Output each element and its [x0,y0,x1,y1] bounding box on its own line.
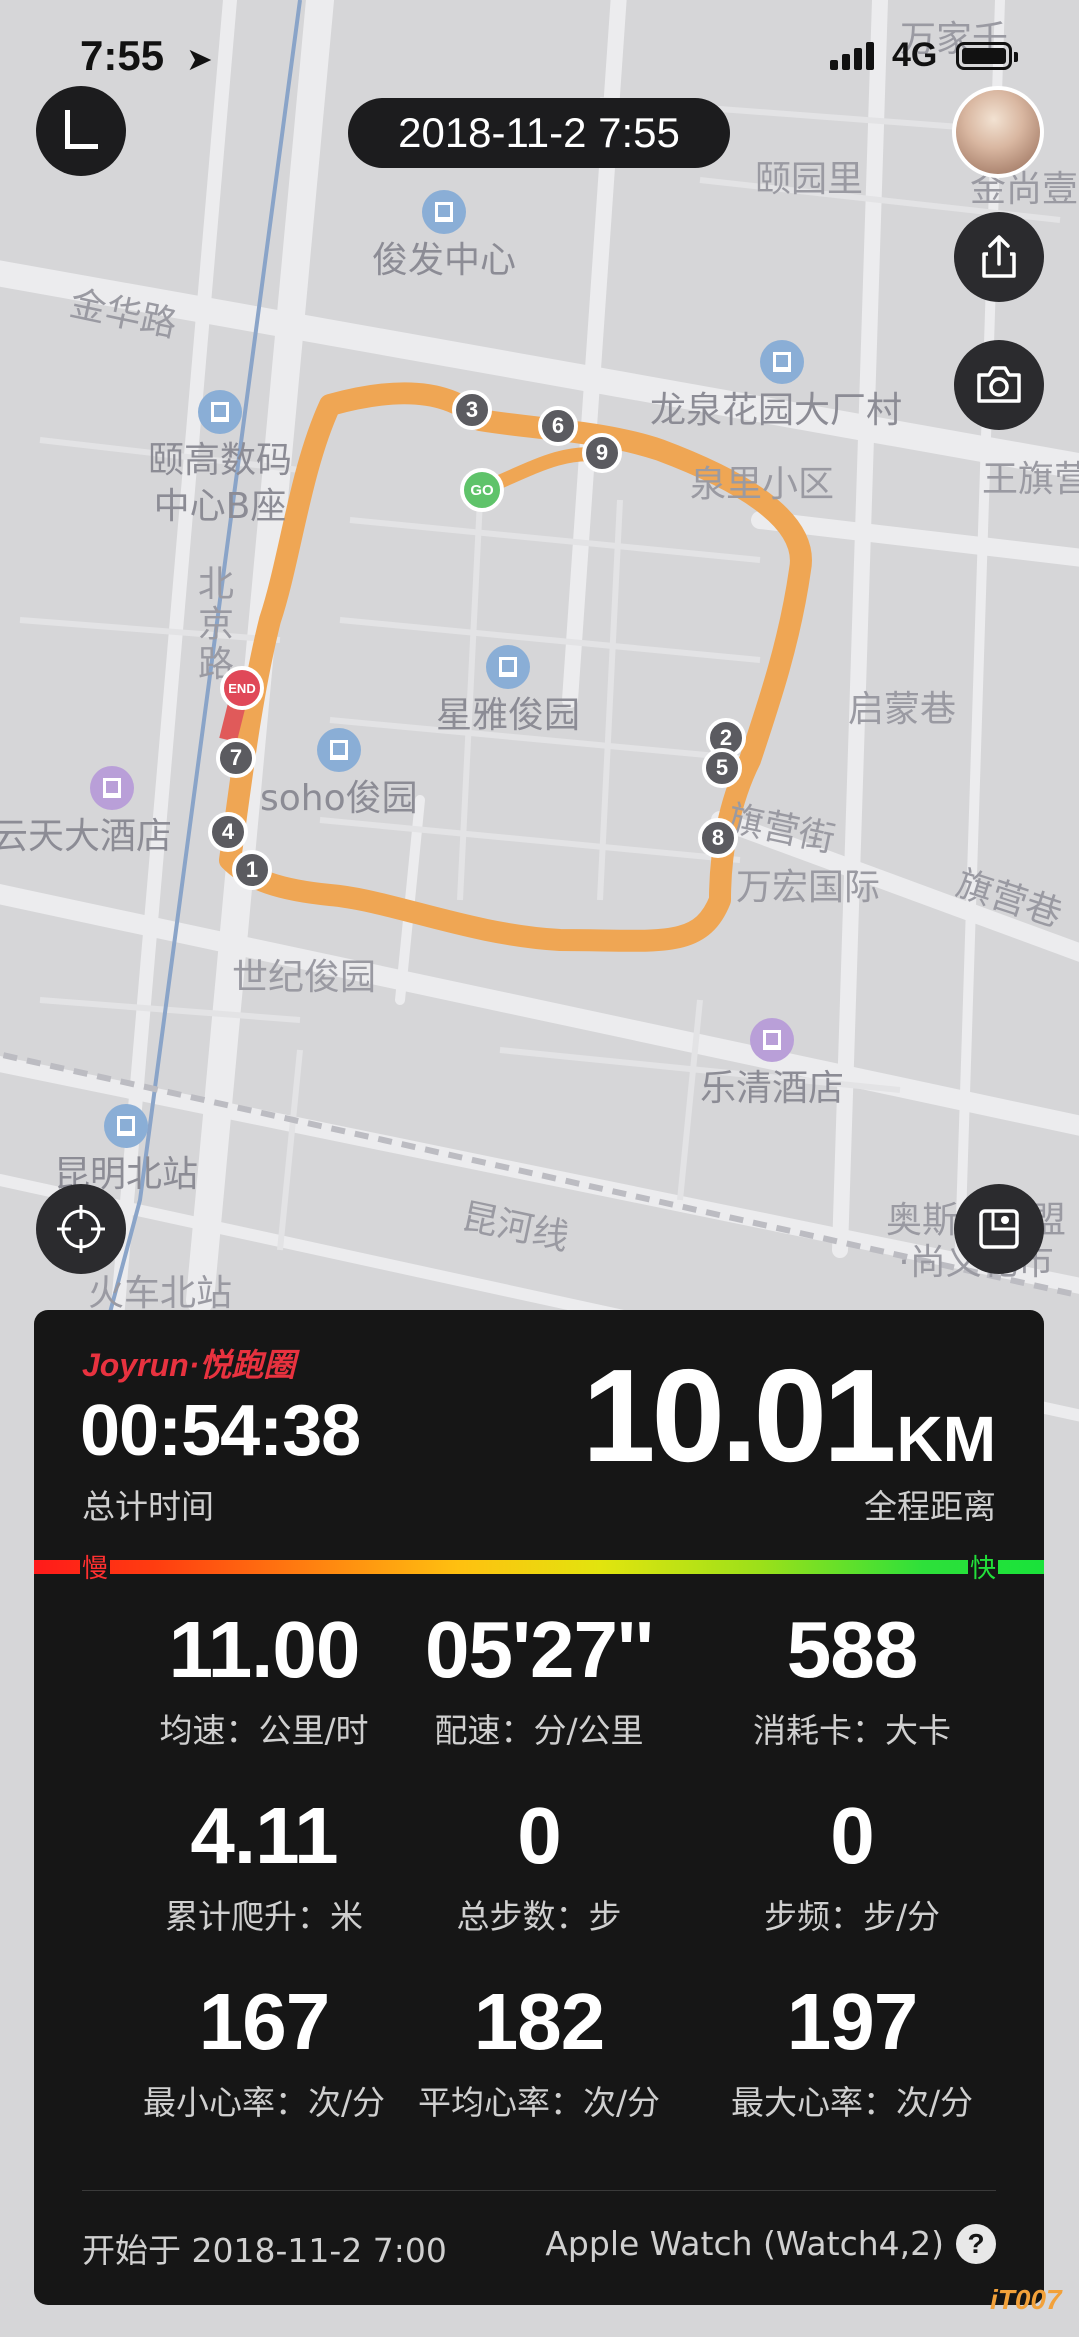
route-marker[interactable]: 3 [452,390,492,430]
building-icon [486,645,530,689]
map-layer-icon [979,1209,1019,1249]
distance: 10.01 KM [582,1350,996,1482]
poi-xingya[interactable]: 星雅俊园 [436,645,580,739]
share-icon [982,235,1016,278]
map-label-shiji: 世纪俊园 [232,957,377,998]
signal-icon [830,42,874,70]
total-time-label: 总计时间 [82,1487,214,1526]
train-icon [104,1104,148,1148]
stat-max-heart-rate: 197 最大心率：次/分 [730,1977,974,2123]
route-end-marker[interactable]: END [220,666,264,710]
poi-longquan[interactable]: 龙泉花园大厂村 [650,340,902,434]
camera-icon [977,366,1021,403]
location-arrow-icon: ➤ [186,40,213,78]
poi-yuntian[interactable]: 云天大酒店 [0,766,172,860]
brand-logo: Joyrun·悦跑圈 [82,1347,296,1383]
hotel-icon [90,766,134,810]
stat-avg-heart-rate: 182 平均心率：次/分 [417,1977,661,2123]
stat-cadence: 0 步频：步/分 [763,1791,941,1937]
slow-label: 慢 [80,1548,111,1585]
start-time: 开始于 2018-11-2 7:00 [82,2231,447,2270]
building-icon [422,190,466,234]
run-date-time: 2018-11-2 7:55 [348,98,730,168]
crosshair-icon [57,1205,105,1253]
route-marker[interactable]: 8 [698,818,738,858]
poi-junfa[interactable]: 俊发中心 [372,190,516,284]
route-marker[interactable]: 1 [232,850,272,890]
map-label-qimeng: 启蒙巷 [848,689,957,730]
speed-gradient-bar [34,1560,1044,1574]
avatar[interactable] [952,86,1044,178]
map-label-huoche: 火车北站 [88,1273,233,1314]
route-marker[interactable]: 6 [538,406,578,446]
divider [82,2190,996,2191]
building-icon [760,340,804,384]
building-icon [198,390,242,434]
share-button[interactable] [954,212,1044,302]
route-start-marker[interactable]: GO [460,468,504,512]
building-icon [316,728,361,772]
status-bar: 7:55 ➤ 4G [0,30,1079,90]
map-label-quanli: 泉里小区 [690,464,835,505]
back-button[interactable] [36,86,126,176]
poi-yigao[interactable]: 颐高数码 中心B座 [148,390,292,530]
route-marker[interactable]: 7 [216,738,256,778]
run-summary-panel: Joyrun·悦跑圈 00:54:38 总计时间 10.01 KM 全程距离 慢… [34,1310,1044,2305]
stat-steps: 0 总步数：步 [456,1791,622,1937]
distance-unit: KM [896,1403,996,1475]
distance-value: 10.01 [582,1342,896,1489]
poi-leqing[interactable]: 乐清酒店 [700,1018,844,1112]
stat-pace: 05'27'' 配速：分/公里 [424,1605,654,1751]
route-marker[interactable]: 5 [702,748,742,788]
network-type: 4G [892,36,938,74]
map-label-wanhong: 万宏国际 [736,867,881,908]
watermark-logo: iT007 [990,2284,1062,2315]
hotel-icon [750,1018,794,1062]
device-name: Apple Watch (Watch4,2) [545,2224,944,2263]
route-marker[interactable]: 4 [208,812,248,852]
map-label-fenhu: 颐园里 [755,159,864,200]
battery-icon [956,42,1018,70]
fast-label: 快 [967,1548,998,1585]
stat-calories: 588 消耗卡：大卡 [753,1605,951,1751]
route-marker[interactable]: 9 [582,433,622,473]
camera-button[interactable] [954,340,1044,430]
locate-button[interactable] [36,1184,126,1274]
map-label-wangqi: 王旗营 [982,459,1079,500]
distance-label: 全程距离 [864,1487,996,1526]
map-style-button[interactable] [954,1184,1044,1274]
total-time-value: 00:54:38 [80,1391,361,1471]
status-time: 7:55 [80,32,165,79]
poi-soho[interactable]: soho俊园 [260,728,418,822]
help-button[interactable]: ? [956,2224,996,2264]
